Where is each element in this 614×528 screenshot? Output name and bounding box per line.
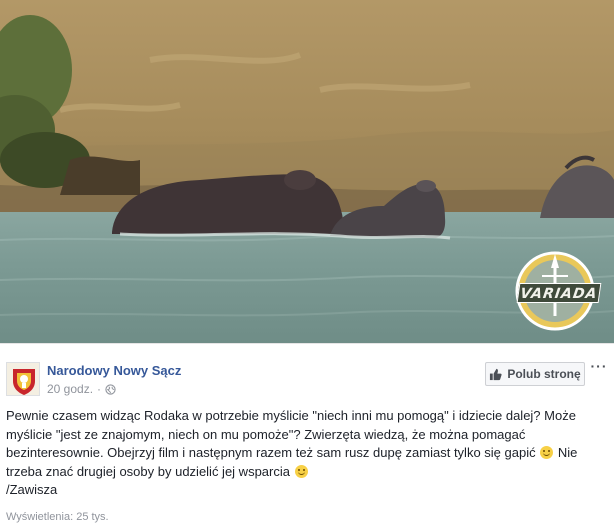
post-card: Narodowy Nowy Sącz 20 godz. · Polub stro… <box>0 343 614 528</box>
page-avatar[interactable] <box>6 362 40 396</box>
like-page-button[interactable]: Polub stronę <box>485 362 585 386</box>
view-count: Wyświetlenia: 25 tys. <box>6 511 109 523</box>
smile-emoji-icon <box>294 464 308 478</box>
globe-icon <box>105 383 116 395</box>
more-options-button[interactable]: ··· <box>590 359 608 376</box>
meta-separator: · <box>97 382 102 396</box>
post-signature: /Zawisza <box>6 482 58 497</box>
post-text-line1: Pewnie czasem widząc Rodaka w potrzebie … <box>6 408 576 460</box>
post-text-paragraph: Pewnie czasem widząc Rodaka w potrzebie … <box>6 407 610 481</box>
post-timestamp[interactable]: 20 godz. <box>47 382 93 396</box>
coat-of-arms-icon <box>7 363 39 395</box>
page-name-link[interactable]: Narodowy Nowy Sącz <box>47 363 181 378</box>
watermark-text: VARIADA <box>516 283 602 303</box>
video-player[interactable]: VARIADA <box>0 0 614 343</box>
like-page-label: Polub stronę <box>507 367 581 381</box>
post-meta: 20 godz. · <box>47 382 116 396</box>
thumbs-up-icon <box>490 368 502 380</box>
post-body: Pewnie czasem widząc Rodaka w potrzebie … <box>6 407 610 500</box>
smile-emoji-icon <box>540 446 554 459</box>
